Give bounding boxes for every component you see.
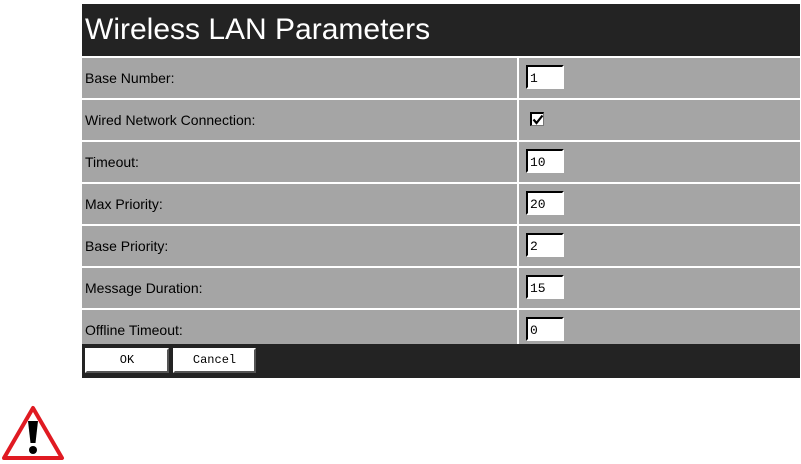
message-duration-label: Message Duration: — [82, 268, 517, 308]
row-timeout: Timeout: — [82, 142, 800, 182]
timeout-input[interactable] — [526, 149, 564, 173]
message-duration-input[interactable] — [526, 275, 564, 299]
max-priority-input[interactable] — [526, 191, 564, 215]
ok-button[interactable]: OK — [85, 348, 169, 373]
checkmark-icon — [532, 114, 544, 125]
base-number-label: Base Number: — [82, 58, 517, 98]
offline-timeout-input[interactable] — [526, 317, 564, 341]
row-base-priority: Base Priority: — [82, 226, 800, 266]
wired-network-connection-checkbox[interactable] — [530, 112, 544, 126]
base-priority-input[interactable] — [526, 233, 564, 257]
button-bar: OK Cancel — [82, 344, 800, 378]
row-wired-network-connection: Wired Network Connection: — [82, 100, 800, 140]
row-message-duration: Message Duration: — [82, 268, 800, 308]
max-priority-label: Max Priority: — [82, 184, 517, 224]
wired-network-connection-cell — [519, 100, 800, 140]
page-title: Wireless LAN Parameters — [82, 4, 800, 56]
message-duration-cell — [519, 268, 800, 308]
timeout-cell — [519, 142, 800, 182]
wireless-lan-parameters-panel: Wireless LAN Parameters Base Number: Wir… — [82, 4, 800, 378]
cancel-button[interactable]: Cancel — [173, 348, 256, 373]
row-base-number: Base Number: — [82, 58, 800, 98]
max-priority-cell — [519, 184, 800, 224]
base-priority-cell — [519, 226, 800, 266]
timeout-label: Timeout: — [82, 142, 517, 182]
base-priority-label: Base Priority: — [82, 226, 517, 266]
wired-network-connection-label: Wired Network Connection: — [82, 100, 517, 140]
row-max-priority: Max Priority: — [82, 184, 800, 224]
base-number-cell — [519, 58, 800, 98]
parameters-table: Base Number: Wired Network Connection: T… — [82, 58, 800, 352]
warning-triangle-icon — [1, 405, 65, 461]
base-number-input[interactable] — [526, 65, 564, 89]
